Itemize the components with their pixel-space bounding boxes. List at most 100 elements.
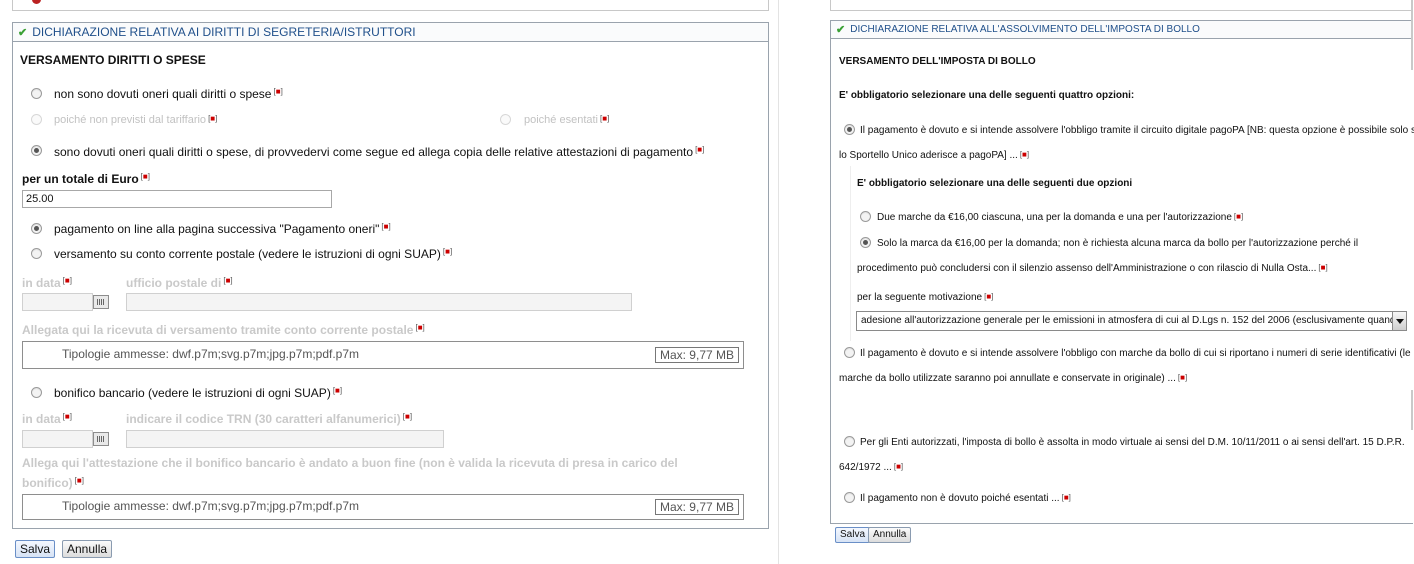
mandatory-four-options: E' obbligatorio selezionare una delle se… xyxy=(839,90,1135,101)
required-mark-icon: [■] xyxy=(1318,263,1328,272)
postal-office-input[interactable] xyxy=(126,293,632,311)
required-mark-icon: [■] xyxy=(600,114,610,123)
save-button[interactable]: Salva xyxy=(15,540,56,558)
required-mark-icon: [■] xyxy=(1177,373,1188,382)
radio-pay-bank[interactable] xyxy=(31,387,42,398)
motivation-selected-value: adesione all'autorizzazione generale per… xyxy=(861,315,1404,326)
virtual-label-line1: Per gli Enti autorizzati, l'imposta di b… xyxy=(860,437,1405,448)
radio-two-marks[interactable] xyxy=(860,211,871,222)
radio-exempt[interactable] xyxy=(500,114,511,125)
postal-office-text: ufficio postale di xyxy=(126,276,222,290)
mandatory-two-options: E' obbligatorio selezionare una delle se… xyxy=(857,178,1133,189)
required-mark-icon: [■] xyxy=(893,462,904,471)
cancel-button[interactable]: Annulla xyxy=(868,527,912,543)
radio-fees-due[interactable] xyxy=(31,145,42,156)
total-euro-input[interactable]: 25.00 xyxy=(22,190,332,208)
radio-pagopa[interactable] xyxy=(844,124,855,135)
pane-divider xyxy=(778,0,779,564)
previous-panel-bottom xyxy=(12,0,769,11)
pay-postal-label: versamento su conto corrente postale (ve… xyxy=(54,247,452,261)
motivation-select[interactable]: adesione all'autorizzazione generale per… xyxy=(856,311,1407,331)
pagopa-label-line2: lo Sportello Unico aderisce a pagoPA] ..… xyxy=(839,150,1029,161)
required-mark-icon: [■] xyxy=(1061,493,1071,502)
required-mark-icon: [■] xyxy=(208,114,218,123)
radio-pay-postal[interactable] xyxy=(31,248,42,259)
postal-receipt-upload[interactable]: Tipologie ammesse: dwf.p7m;svg.p7m;jpg.p… xyxy=(22,341,744,369)
exempt-label: poiché esentati [■] xyxy=(524,114,609,126)
bank-attest-label-line1: Allega qui l'attestazione che il bonific… xyxy=(22,456,678,470)
two-marks-text: Due marche da €16,00 ciascuna, una per l… xyxy=(877,212,1232,223)
required-mark-icon: [■] xyxy=(415,323,425,332)
calendar-icon[interactable] xyxy=(93,295,109,309)
physical-marks-text: marche da bollo utilizzate saranno poi a… xyxy=(839,373,1176,384)
pay-bank-label: bonifico bancario (vedere le istruzioni … xyxy=(54,386,342,400)
save-button[interactable]: Salva xyxy=(835,527,871,543)
chevron-down-icon[interactable] xyxy=(1392,312,1406,330)
radio-pay-online[interactable] xyxy=(31,223,42,234)
bank-date-input[interactable] xyxy=(22,430,93,448)
left-pane: ✔ DICHIARAZIONE RELATIVA AI DIRITTI DI S… xyxy=(0,0,775,564)
bank-attest-upload[interactable]: Tipologie ammesse: dwf.p7m;svg.p7m;jpg.p… xyxy=(22,494,744,520)
scrollbar-edge[interactable] xyxy=(1411,0,1413,70)
scrollbar-edge[interactable] xyxy=(1411,390,1413,430)
file-types-text: Tipologie ammesse: dwf.p7m;svg.p7m;jpg.p… xyxy=(62,347,360,361)
not-in-tariff-text: poiché non previsti dal tariffario xyxy=(54,114,207,126)
required-mark-icon: [■] xyxy=(381,222,391,231)
required-mark-icon: [■] xyxy=(62,276,72,285)
pay-bank-text: bonifico bancario (vedere le istruzioni … xyxy=(54,386,331,400)
pay-online-text: pagamento on line alla pagina successiva… xyxy=(54,222,380,236)
postal-date-text: in data xyxy=(22,276,61,290)
radio-virtual[interactable] xyxy=(844,436,855,447)
not-due-exempt-label: Il pagamento non è dovuto poiché esentat… xyxy=(860,493,1071,504)
virtual-text: 642/1972 ... xyxy=(839,462,892,473)
stamp-duty-panel-header: ✔ DICHIARAZIONE RELATIVA ALL'ASSOLVIMENT… xyxy=(831,21,1413,39)
fees-section-title: VERSAMENTO DIRITTI O SPESE xyxy=(20,53,206,67)
check-icon: ✔ xyxy=(18,26,28,39)
postal-date-input[interactable] xyxy=(22,293,93,311)
two-marks-label: Due marche da €16,00 ciascuna, una per l… xyxy=(877,212,1243,223)
required-mark-icon: [■] xyxy=(402,412,413,421)
required-mark-icon: [■] xyxy=(62,412,72,421)
bank-trn-input[interactable] xyxy=(126,430,444,448)
radio-fees-not-due[interactable] xyxy=(31,88,42,99)
fees-due-label: sono dovuti oneri quali diritti o spese,… xyxy=(54,145,704,159)
one-mark-text: procedimento può concludersi con il sile… xyxy=(857,263,1317,274)
one-mark-label-line2: procedimento può concludersi con il sile… xyxy=(857,263,1328,274)
not-due-exempt-text: Il pagamento non è dovuto poiché esentat… xyxy=(860,493,1060,504)
radio-one-mark[interactable] xyxy=(860,237,871,248)
pagopa-text: lo Sportello Unico aderisce a pagoPA] ..… xyxy=(839,150,1018,161)
stamp-duty-panel-title: DICHIARAZIONE RELATIVA ALL'ASSOLVIMENTO … xyxy=(850,24,1200,35)
file-max-size: Max: 9,77 MB xyxy=(654,499,739,515)
required-mark-icon: [■] xyxy=(273,87,283,96)
required-mark-icon: [■] xyxy=(140,172,150,181)
required-mark-icon: [■] xyxy=(332,386,343,395)
total-label: per un totale di Euro [■] xyxy=(22,172,150,186)
fees-panel-header: ✔ DICHIARAZIONE RELATIVA AI DIRITTI DI S… xyxy=(13,23,768,42)
radio-physical-marks[interactable] xyxy=(844,347,855,358)
virtual-label-line2: 642/1972 ... [■] xyxy=(839,462,903,473)
fees-panel-title: DICHIARAZIONE RELATIVA AI DIRITTI DI SEG… xyxy=(32,25,416,39)
check-icon: ✔ xyxy=(836,24,846,36)
file-types-text: Tipologie ammesse: dwf.p7m;svg.p7m;jpg.p… xyxy=(62,499,360,513)
physical-marks-label-line1: Il pagamento è dovuto e si intende assol… xyxy=(860,348,1411,359)
radio-not-due-exempt[interactable] xyxy=(844,492,855,503)
postal-date-label: in data [■] xyxy=(22,276,72,290)
pay-online-label: pagamento on line alla pagina successiva… xyxy=(54,222,391,236)
stamp-section-title: VERSAMENTO DELL'IMPOSTA DI BOLLO xyxy=(839,56,1036,67)
radio-not-in-tariff[interactable] xyxy=(31,114,42,125)
required-mark-icon: [■] xyxy=(223,276,233,285)
required-mark-icon: [■] xyxy=(442,247,453,256)
bank-date-text: in data xyxy=(22,412,61,426)
cancel-button[interactable]: Annulla xyxy=(62,540,113,558)
total-label-text: per un totale di Euro xyxy=(22,172,139,186)
calendar-icon[interactable] xyxy=(93,432,109,446)
bank-trn-text: indicare il codice TRN (30 caratteri alf… xyxy=(126,412,401,426)
fees-due-text: sono dovuti oneri quali diritti o spese,… xyxy=(54,145,694,159)
required-mark-icon: [■] xyxy=(1233,212,1244,221)
right-pane: ✔ DICHIARAZIONE RELATIVA ALL'ASSOLVIMENT… xyxy=(820,0,1414,564)
one-mark-label-line1: Solo la marca da €16,00 per la domanda; … xyxy=(877,238,1359,249)
bank-attest-label-line2: bonifico) [■] xyxy=(22,476,84,490)
not-in-tariff-label: poiché non previsti dal tariffario [■] xyxy=(54,114,217,126)
motivation-label: per la seguente motivazione [■] xyxy=(857,292,993,303)
postal-receipt-text: Allegata qui la ricevuta di versamento t… xyxy=(22,323,414,337)
